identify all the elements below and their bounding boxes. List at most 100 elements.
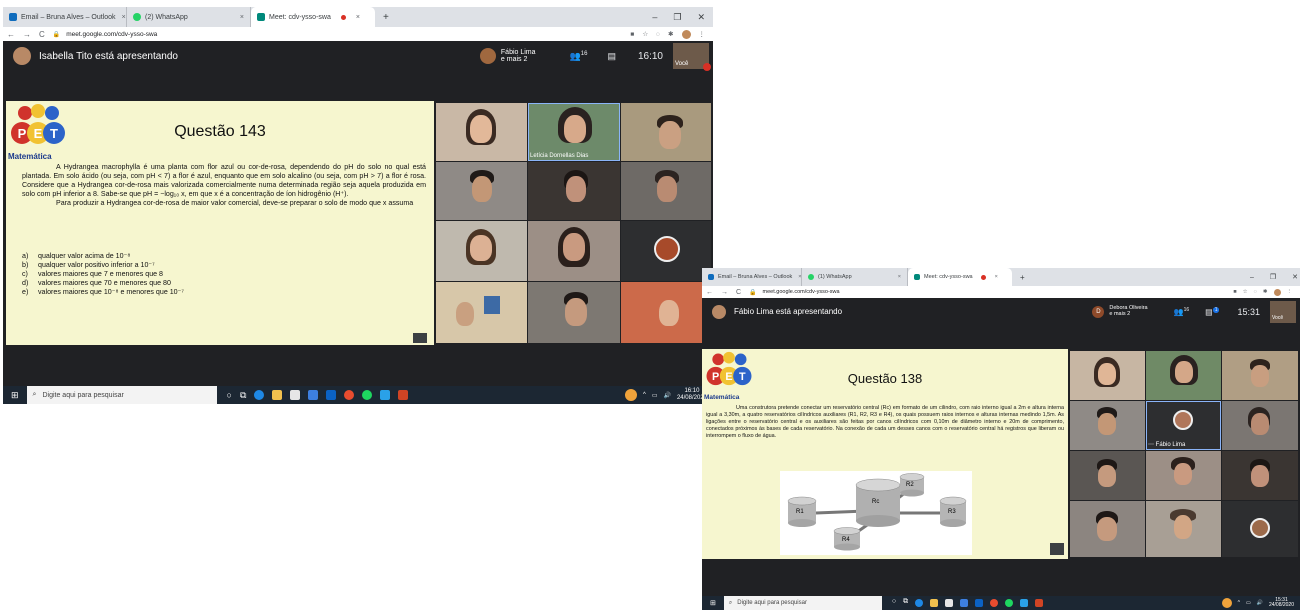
chevron-up-icon[interactable]: ^ [643,392,646,398]
other-participants[interactable]: Fábio Lima e mais 2 [479,48,536,64]
close-icon[interactable]: × [989,274,998,280]
restore-icon[interactable]: ❐ [665,12,689,23]
self-view-tile[interactable]: Você [1270,300,1296,323]
participant-tile[interactable] [1146,501,1221,557]
profile-avatar[interactable] [1273,288,1281,296]
mail-icon[interactable] [975,599,984,607]
skype-icon[interactable] [380,390,391,400]
close-icon[interactable]: × [792,274,801,280]
puzzle-icon[interactable]: ✱ [1263,289,1268,295]
new-tab-button[interactable]: + [1012,268,1033,286]
tab-outlook[interactable]: Email – Bruna Alves – Outlook × [702,268,802,286]
participant-tile-highlighted[interactable]: Letícia Dornellas Dias [528,103,620,161]
network-icon[interactable]: ▭ [652,392,658,399]
participant-tile[interactable] [528,221,620,281]
cortana-icon[interactable]: ○ [892,598,896,608]
tab-meet[interactable]: Meet: cdv-ysso-swa × [251,7,375,27]
powerpoint-icon[interactable] [398,390,409,400]
star-icon[interactable]: ☆ [642,30,648,38]
volume-icon[interactable]: 🔊 [663,392,670,399]
star-icon[interactable]: ☆ [1243,289,1248,295]
back-icon[interactable]: ← [3,30,19,39]
participant-tile[interactable] [1070,401,1145,450]
puzzle-icon[interactable]: ✱ [668,30,673,38]
lock-icon[interactable]: 🔒 [53,31,60,38]
taskbar-clock[interactable]: 15:31 24/08/2020 [1269,597,1294,609]
camera-indicator-icon[interactable]: ■ [1233,289,1236,295]
participant-tile[interactable] [621,103,711,161]
minimize-icon[interactable]: – [1242,274,1262,281]
network-icon[interactable]: ▭ [1246,600,1251,606]
forward-icon[interactable]: → [717,289,732,296]
minimize-icon[interactable]: – [644,12,665,22]
extension-icon[interactable]: ◌ [1254,289,1257,295]
participant-tile[interactable] [621,282,711,343]
spotify-icon[interactable] [1005,599,1014,607]
menu-icon[interactable]: ⋮ [699,30,706,38]
notification-badge-icon[interactable] [1221,598,1232,608]
taskbar-search-box[interactable]: ⌕ Digite aqui para pesquisar [26,386,217,404]
extension-icon[interactable]: ◌ [656,31,660,38]
store-icon[interactable] [290,390,301,400]
chat-icon[interactable]: ▤ [607,51,616,62]
participant-tile[interactable] [1222,451,1298,500]
dropbox-icon[interactable] [960,599,969,607]
edge-icon[interactable] [915,599,924,607]
mail-icon[interactable] [326,390,337,400]
self-view-tile[interactable]: Você [673,43,711,71]
file-explorer-icon[interactable] [930,599,939,607]
lock-icon[interactable]: 🔒 [749,289,756,296]
chevron-up-icon[interactable]: ^ [1238,600,1240,606]
reload-icon[interactable]: C [732,289,745,296]
dropbox-icon[interactable] [308,390,319,400]
notification-badge-icon[interactable] [624,389,637,401]
profile-avatar[interactable] [681,29,691,39]
participant-tile[interactable] [436,162,527,220]
participant-tile-camera-off[interactable] [1222,501,1298,557]
participant-tile[interactable] [621,162,711,220]
menu-icon[interactable]: ⋮ [1287,289,1293,295]
tab-outlook[interactable]: Email – Bruna Alves – Outlook × [3,7,127,27]
windows-start-icon[interactable]: ⊞ [3,390,27,401]
participant-tile[interactable] [1222,401,1298,450]
chrome-icon[interactable] [344,390,355,400]
close-icon[interactable]: × [116,14,126,21]
people-icon[interactable]: 👥16 [1174,307,1190,317]
other-participants[interactable]: D Debora Oliveira e mais 2 [1092,305,1148,318]
participant-tile[interactable] [1070,451,1145,500]
participant-tile[interactable] [1146,351,1221,400]
close-icon[interactable]: × [350,14,360,21]
new-tab-button[interactable]: + [375,7,397,27]
participant-tile-highlighted[interactable]: ⋯ Fábio Lima [1146,401,1221,450]
tab-meet[interactable]: Meet: cdv-ysso-swa × [908,268,1012,286]
powerpoint-icon[interactable] [1035,599,1044,607]
task-view-icon[interactable]: ⧉ [240,390,246,400]
file-explorer-icon[interactable] [272,390,283,400]
participant-tile[interactable] [1070,351,1145,400]
participant-tile[interactable] [1222,351,1298,400]
volume-icon[interactable]: 🔊 [1257,600,1263,606]
url-field[interactable]: meet.google.com/cdv-ysso-swa [763,289,840,295]
back-icon[interactable]: ← [702,289,717,296]
participant-tile-camera-off[interactable] [621,221,711,281]
close-window-icon[interactable]: ✕ [1284,273,1300,281]
spotify-icon[interactable] [362,390,373,400]
tab-whatsapp[interactable]: (1) WhatsApp × [802,268,908,286]
participant-tile[interactable] [1146,451,1221,500]
participant-tile[interactable] [436,282,527,343]
camera-indicator-icon[interactable]: ■ [630,31,634,38]
chrome-icon[interactable] [990,599,999,607]
close-icon[interactable]: × [892,274,901,280]
cortana-icon[interactable]: ○ [227,390,232,400]
participant-tile[interactable] [528,282,620,343]
people-icon[interactable]: 👥16 [570,51,588,62]
edge-icon[interactable] [254,390,265,400]
url-field[interactable]: meet.google.com/cdv-ysso-swa [66,31,157,38]
forward-icon[interactable]: → [19,30,35,39]
windows-start-icon[interactable]: ⊞ [702,599,724,607]
chat-icon[interactable]: ▤ 1 [1205,306,1220,316]
task-view-icon[interactable]: ⧉ [903,598,908,608]
store-icon[interactable] [945,599,954,607]
close-window-icon[interactable]: ✕ [689,12,713,23]
participant-tile[interactable] [528,162,620,220]
